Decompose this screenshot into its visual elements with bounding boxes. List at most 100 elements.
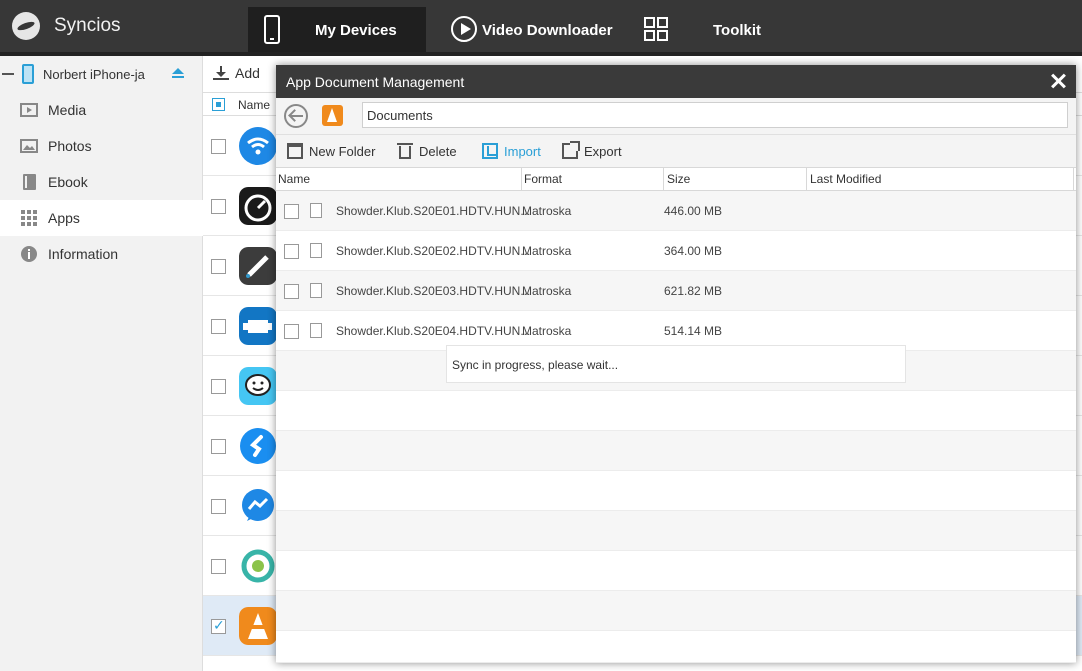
app-checkbox[interactable] xyxy=(211,379,226,394)
file-row[interactable]: Showder.Klub.S20E01.HDTV.HUN... Matroska… xyxy=(276,191,1076,231)
import-icon xyxy=(482,143,498,159)
sidebar-item-apps[interactable]: Apps xyxy=(0,200,203,236)
sidebar-item-label: Apps xyxy=(48,210,80,226)
speedtest-app-icon xyxy=(239,187,277,225)
vlc-app-icon xyxy=(322,105,343,126)
apps-icon xyxy=(21,210,37,226)
last-modified-column-header[interactable]: Last Modified xyxy=(810,172,881,186)
file-checkbox[interactable] xyxy=(284,244,299,259)
eject-icon[interactable] xyxy=(172,68,184,80)
ebook-icon xyxy=(23,174,36,190)
file-size: 514.14 MB xyxy=(664,324,723,338)
folder-icon xyxy=(287,143,303,159)
dialog-title-bar: App Document Management xyxy=(276,65,1076,98)
export-icon xyxy=(562,141,580,159)
media-icon xyxy=(20,103,38,117)
path-input[interactable] xyxy=(362,102,1068,128)
import-label: Import xyxy=(504,144,541,159)
nav-video-downloader[interactable]: Video Downloader xyxy=(440,7,630,52)
file-row[interactable]: Showder.Klub.S20E03.HDTV.HUN... Matroska… xyxy=(276,271,1076,311)
nav-my-devices-label: My Devices xyxy=(315,22,397,39)
app-name: Syncios xyxy=(54,15,121,36)
file-checkbox[interactable] xyxy=(284,284,299,299)
green-app-icon xyxy=(241,549,275,583)
close-icon[interactable] xyxy=(1050,73,1066,89)
app-checkbox[interactable] xyxy=(211,617,226,634)
app-checkbox[interactable] xyxy=(211,319,226,334)
top-bar: Syncios My Devices Video Downloader Tool… xyxy=(0,0,1082,52)
info-icon xyxy=(21,246,37,262)
shazam-app-icon xyxy=(240,428,276,464)
messenger-app-icon xyxy=(242,489,274,521)
file-icon xyxy=(310,203,322,218)
play-icon xyxy=(451,16,477,42)
app-checkbox[interactable] xyxy=(211,199,226,214)
empty-row xyxy=(276,471,1076,511)
file-name: Showder.Klub.S20E01.HDTV.HUN... xyxy=(336,204,531,218)
dialog-toolbar: New Folder Delete Import Export xyxy=(276,134,1076,168)
app-checkbox[interactable] xyxy=(211,259,226,274)
size-column-header[interactable]: Size xyxy=(667,172,690,186)
file-name: Showder.Klub.S20E04.HDTV.HUN... xyxy=(336,324,531,338)
format-column-header[interactable]: Format xyxy=(524,172,562,186)
app-checkbox[interactable] xyxy=(211,139,226,154)
nav-toolkit-label: Toolkit xyxy=(713,22,762,39)
sidebar-item-label: Information xyxy=(48,246,119,262)
file-name: Showder.Klub.S20E03.HDTV.HUN... xyxy=(336,284,531,298)
sidebar-item-information[interactable]: Information xyxy=(0,236,203,272)
waze-app-icon xyxy=(239,367,277,405)
select-all-checkbox[interactable] xyxy=(212,98,225,111)
sidebar-item-label: Media xyxy=(48,102,87,118)
empty-row xyxy=(276,631,1076,663)
file-table-header: Name Format Size Last Modified xyxy=(276,168,1076,191)
sidebar: Norbert iPhone-ja Media Photos Ebook App… xyxy=(0,56,203,671)
name-column-header[interactable]: Name xyxy=(278,172,310,186)
file-row[interactable]: Showder.Klub.S20E02.HDTV.HUN... Matroska… xyxy=(276,231,1076,271)
vlc-app-icon xyxy=(239,607,277,645)
sidebar-item-label: Photos xyxy=(48,138,92,154)
sidebar-item-media[interactable]: Media xyxy=(0,92,203,128)
wifi-app-icon xyxy=(239,127,277,165)
device-name: Norbert iPhone-ja xyxy=(43,67,145,82)
add-label: Add xyxy=(235,65,260,81)
add-app-button[interactable]: Add xyxy=(213,65,260,81)
here-app-icon xyxy=(239,247,277,285)
new-folder-label: New Folder xyxy=(309,144,376,159)
trash-icon xyxy=(397,143,413,159)
nav-my-devices[interactable]: My Devices xyxy=(248,7,426,52)
photos-icon xyxy=(20,139,38,153)
app-checkbox[interactable] xyxy=(211,499,226,514)
device-selector[interactable]: Norbert iPhone-ja xyxy=(0,56,203,92)
nav-toolkit[interactable]: Toolkit xyxy=(640,7,780,52)
file-size: 364.00 MB xyxy=(664,244,723,258)
dialog-title: App Document Management xyxy=(286,74,465,90)
sidebar-item-photos[interactable]: Photos xyxy=(0,128,203,164)
file-icon xyxy=(310,243,322,258)
file-checkbox[interactable] xyxy=(284,204,299,219)
file-icon xyxy=(310,323,322,338)
file-size: 446.00 MB xyxy=(664,204,723,218)
name-column-header[interactable]: Name xyxy=(238,98,270,112)
sidebar-item-ebook[interactable]: Ebook xyxy=(0,164,203,200)
app-checkbox[interactable] xyxy=(211,559,226,574)
file-format: Matroska xyxy=(522,324,572,338)
file-format: Matroska xyxy=(522,244,572,258)
back-arrow-icon[interactable] xyxy=(284,104,308,128)
file-icon xyxy=(310,283,322,298)
app-checkbox[interactable] xyxy=(211,439,226,454)
file-size: 621.82 MB xyxy=(664,284,723,298)
empty-row xyxy=(276,511,1076,551)
empty-row xyxy=(276,391,1076,431)
delete-label: Delete xyxy=(419,144,457,159)
file-checkbox[interactable] xyxy=(284,324,299,339)
collapse-icon[interactable] xyxy=(2,73,14,75)
sidebar-item-label: Ebook xyxy=(48,174,88,190)
iphone-icon xyxy=(22,64,34,84)
empty-row xyxy=(276,431,1076,471)
sync-status-text: Sync in progress, please wait... xyxy=(452,358,619,372)
export-label: Export xyxy=(584,144,622,159)
path-bar xyxy=(276,98,1076,134)
sync-status-popup: Sync in progress, please wait... xyxy=(446,345,906,383)
download-icon xyxy=(213,66,229,80)
syncios-logo-icon xyxy=(12,12,40,40)
